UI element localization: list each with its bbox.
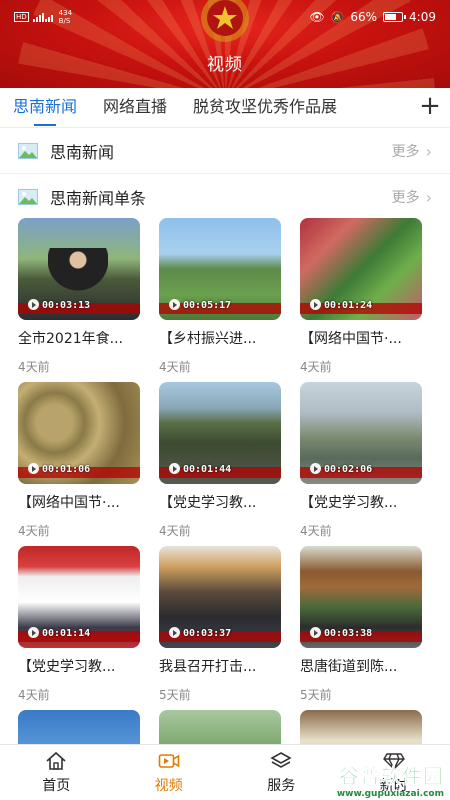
video-duration: 00:03:13 — [42, 300, 91, 311]
video-thumbnail[interactable]: 00:03:38 — [300, 546, 422, 648]
video-card[interactable]: 00:01:24 【网络中国节·... 4天前 — [300, 218, 422, 375]
chevron-right-icon: › — [425, 187, 432, 207]
video-time: 4天前 — [159, 360, 191, 374]
play-icon — [28, 627, 39, 638]
video-time: 4天前 — [18, 524, 50, 538]
section-title: 思南新闻单条 — [50, 189, 147, 208]
watermark-url: www.gupuxiazai.com — [336, 789, 444, 799]
play-icon — [169, 299, 180, 310]
video-thumbnail[interactable]: 00:02:06 — [300, 382, 422, 484]
image-icon — [18, 189, 38, 205]
eye-icon: 👁 — [309, 10, 325, 24]
channel-tabs: 思南新闻 网络直播 脱贫攻坚优秀作品展 — [0, 88, 412, 128]
video-card[interactable]: 00:02:06 【党史学习教... 4天前 — [300, 382, 422, 539]
nav-video[interactable]: 视频 — [113, 745, 226, 800]
video-thumbnail[interactable]: 00:01:44 — [159, 382, 281, 484]
clock: 4:09 — [409, 10, 436, 24]
video-duration: 00:01:24 — [324, 300, 373, 311]
app-header: HD 434 B/S 👁 🔕 66% 4:09 视频 — [0, 0, 450, 88]
battery-icon — [383, 12, 407, 22]
more-label: 更多 — [391, 144, 420, 160]
watermark-title: 谷普软件园 — [339, 764, 444, 789]
more-link[interactable]: 更多 › — [392, 141, 432, 161]
battery-percent: 66% — [350, 10, 378, 24]
video-title: 【网络中国节·... — [18, 495, 120, 511]
page-title: 视频 — [207, 55, 243, 75]
section-sinan-news-single[interactable]: 思南新闻单条 更多 › — [0, 174, 450, 220]
more-link[interactable]: 更多 › — [392, 187, 432, 207]
nav-label: 服务 — [267, 778, 296, 794]
play-icon — [28, 463, 39, 474]
tab-sinan-news[interactable]: 思南新闻 — [0, 88, 90, 128]
more-label: 更多 — [391, 190, 420, 206]
video-title: 【党史学习教... — [159, 495, 257, 511]
video-thumbnail[interactable]: 00:03:13 — [18, 218, 140, 320]
mute-icon: 🔕 — [330, 10, 345, 24]
video-duration: 00:01:06 — [42, 464, 91, 475]
play-icon — [310, 463, 321, 474]
video-duration: 00:01:44 — [183, 464, 232, 475]
video-card[interactable]: 00:05:17 【乡村振兴进... 4天前 — [159, 218, 281, 375]
video-title: 全市2021年食... — [18, 331, 123, 347]
video-title: 思唐街道到陈... — [300, 659, 398, 675]
nav-home[interactable]: 首页 — [0, 745, 113, 800]
net-speed-value: 434 — [58, 9, 73, 17]
video-time: 4天前 — [300, 524, 332, 538]
net-speed: 434 B/S — [59, 9, 72, 25]
video-title: 【网络中国节·... — [300, 331, 402, 347]
play-icon — [310, 627, 321, 638]
video-time: 4天前 — [159, 524, 191, 538]
home-icon — [46, 751, 66, 770]
nav-label: 视频 — [154, 778, 183, 794]
video-card[interactable]: 00:03:37 我县召开打击... 5天前 — [159, 546, 281, 703]
video-duration: 00:05:17 — [183, 300, 232, 311]
video-thumbnail[interactable]: 00:01:24 — [300, 218, 422, 320]
nav-label: 首页 — [42, 778, 71, 794]
chevron-right-icon: › — [425, 141, 432, 161]
play-icon — [310, 299, 321, 310]
video-icon — [158, 754, 180, 768]
video-title: 【党史学习教... — [18, 659, 116, 675]
site-watermark: 谷普软件园 www.gupuxiazai.com — [294, 760, 444, 799]
video-thumbnail[interactable]: 00:05:17 — [159, 218, 281, 320]
video-card[interactable]: 00:01:44 【党史学习教... 4天前 — [159, 382, 281, 539]
video-time: 4天前 — [18, 360, 50, 374]
tab-poverty-works[interactable]: 脱贫攻坚优秀作品展 — [180, 88, 350, 128]
play-icon — [169, 463, 180, 474]
video-card[interactable]: 00:03:38 思唐街道到陈... 5天前 — [300, 546, 422, 703]
video-duration: 00:03:38 — [324, 628, 373, 639]
video-thumbnail[interactable]: 00:03:37 — [159, 546, 281, 648]
status-left: HD 434 B/S — [14, 9, 72, 25]
status-bar: HD 434 B/S 👁 🔕 66% 4:09 — [0, 6, 450, 28]
video-card[interactable]: 00:01:06 【网络中国节·... 4天前 — [18, 382, 140, 539]
video-duration: 00:02:06 — [324, 464, 373, 475]
signal-icon — [32, 13, 53, 22]
video-title: 【党史学习教... — [300, 495, 398, 511]
video-time: 5天前 — [159, 688, 191, 702]
video-duration: 00:01:14 — [42, 628, 91, 639]
video-title: 【乡村振兴进... — [159, 331, 257, 347]
net-speed-unit: B/S — [58, 17, 71, 25]
section-title: 思南新闻 — [50, 143, 115, 162]
layers-icon — [270, 752, 292, 768]
video-time: 5天前 — [300, 688, 332, 702]
video-time: 4天前 — [300, 360, 332, 374]
video-duration: 00:03:37 — [183, 628, 232, 639]
video-thumbnail[interactable]: 00:01:06 — [18, 382, 140, 484]
play-icon — [169, 627, 180, 638]
video-card[interactable]: 00:01:14 【党史学习教... 4天前 — [18, 546, 140, 703]
tab-live-stream[interactable]: 网络直播 — [90, 88, 180, 128]
video-thumbnail[interactable]: 00:01:14 — [18, 546, 140, 648]
video-time: 4天前 — [18, 688, 50, 702]
image-icon — [18, 143, 38, 159]
channel-tab-bar: 思南新闻 网络直播 脱贫攻坚优秀作品展 + — [0, 88, 450, 128]
section-sinan-news[interactable]: 思南新闻 更多 › — [0, 128, 450, 174]
add-channel-button[interactable]: + — [418, 92, 442, 122]
status-right: 👁 🔕 66% 4:09 — [309, 10, 436, 24]
video-title: 我县召开打击... — [159, 659, 257, 675]
hd-indicator: HD — [14, 12, 29, 22]
video-card[interactable]: 00:03:13 全市2021年食... 4天前 — [18, 218, 140, 375]
play-icon — [28, 299, 39, 310]
